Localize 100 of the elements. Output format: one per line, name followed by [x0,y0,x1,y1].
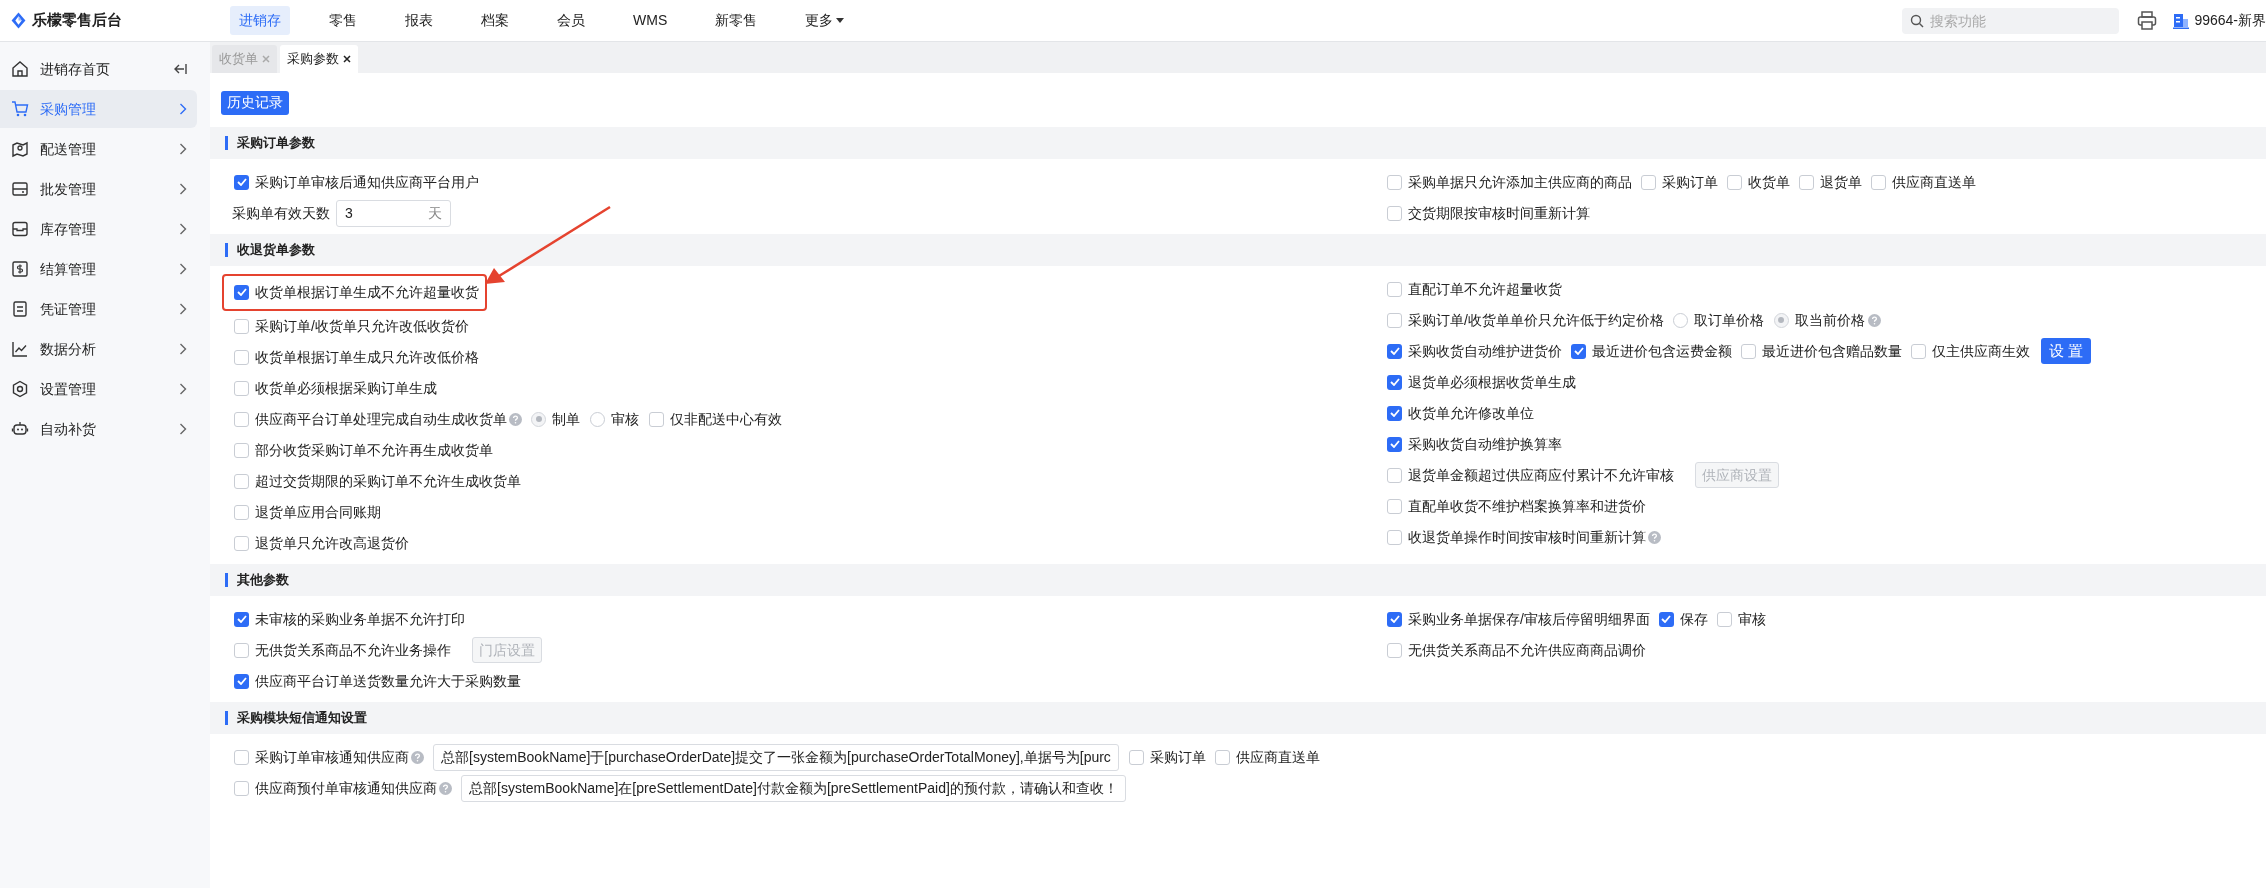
checkbox-label: 退货单 [1820,172,1862,192]
account-name[interactable]: 99664-新界 [2194,10,2266,31]
page-tab[interactable]: 采购参数 [280,45,358,73]
checkbox[interactable] [1387,467,1402,483]
sidebar-item[interactable]: 配送管理 [0,130,197,168]
checkbox[interactable] [1641,174,1656,190]
help-icon[interactable] [1867,313,1881,327]
checkbox[interactable] [234,535,249,551]
checkbox[interactable] [1727,174,1742,190]
text-field[interactable]: 总部[systemBookName]在[preSettlementDate]付款金额为[preSettlementPaid]的预付款，请确认和查收！ [461,774,1126,802]
checkbox[interactable] [234,611,249,627]
nav-tab[interactable]: 会员 [548,6,594,35]
checkbox[interactable] [1741,343,1756,359]
checkbox[interactable] [1387,205,1402,221]
sidebar-item[interactable]: 库存管理 [0,210,197,248]
checkbox[interactable] [1387,436,1402,452]
nav-tab[interactable]: 零售 [320,6,366,35]
checkbox[interactable] [1571,343,1586,359]
chevron-icon [179,383,187,395]
sidebar-item[interactable]: 结算管理 [0,250,197,288]
nav-tab[interactable]: 档案 [472,6,518,35]
checkbox[interactable] [1871,174,1886,190]
checkbox[interactable] [234,442,249,458]
checkbox[interactable] [234,284,249,300]
search-field[interactable]: 搜索功能 [1902,7,2120,34]
radio-button[interactable] [1773,312,1789,328]
sidebar-item[interactable]: 数据分析 [0,330,197,368]
checkbox[interactable] [1387,498,1402,514]
checkbox[interactable] [1387,611,1402,627]
checkbox[interactable] [1214,749,1230,765]
printer-icon[interactable] [2137,11,2158,30]
checkbox-label: 仅主供应商生效 [1932,341,2030,361]
checkbox[interactable] [649,411,664,427]
checkbox[interactable] [234,780,249,796]
checkbox[interactable] [1387,374,1402,390]
checkbox-label: 退货单必须根据收货单生成 [1408,372,1576,392]
checkbox[interactable] [234,673,249,689]
checkbox[interactable] [1387,405,1402,421]
checkbox[interactable] [1387,642,1402,658]
checkbox[interactable] [1387,529,1402,545]
nav-tab[interactable]: 进销存 [230,6,290,35]
checkbox[interactable] [1799,174,1814,190]
chevron-icon [179,343,187,355]
checkbox[interactable] [234,411,249,427]
checkbox[interactable] [1387,312,1402,328]
section-title: 收退货单参数 [237,240,315,259]
checkbox-label: 供应商预付单审核通知供应商 [255,778,437,798]
sidebar-item[interactable]: 自动补货 [0,410,197,448]
checkbox[interactable] [1387,343,1402,359]
checkbox[interactable] [234,504,249,520]
checkbox-label: 采购订单 [1662,172,1718,192]
checkbox-label: 无供货关系商品不允许业务操作 [255,640,451,660]
field-label: 采购单有效天数 [232,203,330,223]
drawer-icon [11,180,29,198]
store-icon [2173,12,2190,29]
help-icon[interactable] [439,781,452,795]
radio-button[interactable] [531,411,546,427]
history-button[interactable]: 历史记录 [221,90,289,115]
checkbox[interactable] [234,749,249,765]
checkbox-label: 最近进价包含运费金额 [1592,341,1732,361]
chevron-icon [179,263,187,275]
collapse-icon[interactable] [173,63,187,75]
sidebar-item[interactable]: 设置管理 [0,370,197,408]
checkbox[interactable] [234,318,249,334]
number-field[interactable]: 3 天 [336,199,451,227]
checkbox-label: 采购订单审核通知供应商 [255,747,409,767]
checkbox[interactable] [234,174,249,190]
nav-tab[interactable]: 更多 [796,6,854,35]
radio-button[interactable] [1672,312,1688,328]
nav-tab[interactable]: WMS [624,6,677,35]
search-icon [1910,13,1925,28]
checkbox[interactable] [234,642,249,658]
sidebar-item[interactable]: 批发管理 [0,170,197,208]
sidebar-item[interactable]: 进销存首页 [0,50,197,88]
sidebar-item[interactable]: 采购管理 [0,90,197,128]
sidebar-item[interactable]: 凭证管理 [0,290,197,328]
text-field[interactable]: 总部[systemBookName]于[purchaseOrderDate]提交了一张金额为[purchaseOrderTotalMoney],单据号为[purc [433,743,1119,771]
radio-button[interactable] [590,411,605,427]
nav-tab[interactable]: 新零售 [706,6,767,35]
checkbox-label: 采购收货自动维护换算率 [1408,434,1562,454]
checkbox[interactable] [1716,611,1732,627]
checkbox[interactable] [234,349,249,365]
checkbox[interactable] [1387,174,1402,190]
checkbox[interactable] [1387,281,1402,297]
nav-tab[interactable]: 报表 [396,6,442,35]
section-title: 采购模块短信通知设置 [237,708,367,727]
button[interactable]: 设 置 [2041,338,2092,364]
help-icon[interactable] [411,750,424,764]
checkbox[interactable] [1128,749,1144,765]
checkbox[interactable] [1911,343,1926,359]
checkbox-label: 直配订单不允许超量收货 [1408,279,1562,299]
close-icon[interactable] [343,55,351,63]
checkbox[interactable] [234,473,249,489]
help-icon[interactable] [1648,530,1661,544]
help-icon[interactable] [509,412,522,426]
checkbox-label: 采购订单 [1149,747,1206,767]
checkbox[interactable] [234,380,249,396]
checkbox[interactable] [1658,611,1674,627]
checkbox-label: 采购订单/收货单单价只允许低于约定价格 [1408,310,1664,330]
checkbox-label: 无供货关系商品不允许供应商商品调价 [1408,640,1646,660]
